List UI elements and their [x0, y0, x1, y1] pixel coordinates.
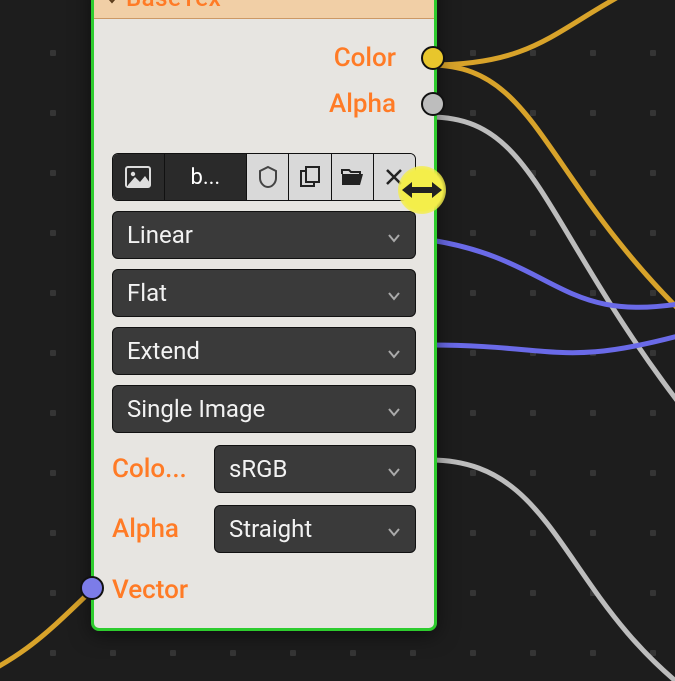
chevron-down-icon: [387, 455, 401, 483]
browse-image-button[interactable]: [113, 154, 165, 200]
extension-dropdown[interactable]: Extend: [112, 327, 416, 375]
input-vector-row: Vector: [94, 565, 434, 615]
collapse-chevron-icon[interactable]: [104, 0, 120, 6]
output-color-label: Color: [334, 43, 396, 73]
node-title: BaseTex: [126, 0, 221, 12]
source-dropdown[interactable]: Single Image: [112, 385, 416, 433]
chevron-down-icon: [387, 221, 401, 249]
output-alpha-label: Alpha: [329, 89, 396, 119]
output-color-row: Color: [100, 35, 428, 81]
fake-user-button[interactable]: [247, 154, 289, 200]
chevron-down-icon: [387, 515, 401, 543]
alpha-mode-label: Alpha: [112, 514, 202, 544]
image-name-field[interactable]: b...: [165, 154, 248, 200]
colorspace-dropdown[interactable]: sRGB: [214, 445, 416, 493]
chevron-down-icon: [387, 337, 401, 365]
colorspace-row: Colo... sRGB: [112, 445, 416, 493]
output-color-socket[interactable]: [421, 46, 445, 70]
input-vector-socket[interactable]: [80, 576, 104, 600]
output-alpha-row: Alpha: [100, 81, 428, 127]
resize-cursor-icon: [398, 166, 446, 214]
alpha-mode-row: Alpha Straight: [112, 505, 416, 553]
image-texture-node[interactable]: BaseTex Color Alpha b... Linear: [91, 0, 437, 631]
new-image-button[interactable]: [289, 154, 331, 200]
input-vector-label: Vector: [112, 575, 188, 605]
open-image-button[interactable]: [332, 154, 374, 200]
projection-dropdown[interactable]: Flat: [112, 269, 416, 317]
colorspace-label: Colo...: [112, 454, 202, 484]
output-alpha-socket[interactable]: [421, 92, 445, 116]
alpha-mode-dropdown[interactable]: Straight: [214, 505, 416, 553]
image-datablock-row: b...: [112, 153, 416, 201]
interpolation-dropdown[interactable]: Linear: [112, 211, 416, 259]
chevron-down-icon: [387, 279, 401, 307]
node-header[interactable]: BaseTex: [94, 0, 434, 19]
chevron-down-icon: [387, 395, 401, 423]
